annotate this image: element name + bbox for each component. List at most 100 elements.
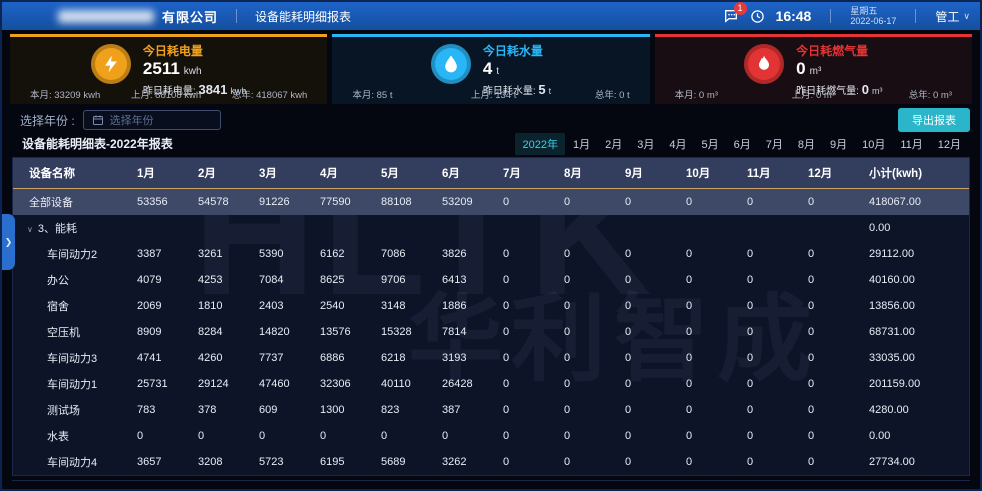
month-value: 0 xyxy=(741,404,802,416)
column-header: 11月 xyxy=(741,165,802,181)
tab-2022年[interactable]: 2022年 xyxy=(515,133,564,155)
month-value: 609 xyxy=(253,404,314,416)
tab-5月[interactable]: 5月 xyxy=(694,133,725,155)
table-row[interactable]: 宿舍20691810240325403148188600000013856.00 xyxy=(13,293,969,319)
card-footer: 本月: 0 m³上月: 0 m³总年: 0 m³ xyxy=(655,87,972,101)
card-today-value: 0m³ xyxy=(796,60,882,81)
tab-7月[interactable]: 7月 xyxy=(759,133,790,155)
tab-10月[interactable]: 10月 xyxy=(855,133,892,155)
month-value: 0 xyxy=(558,196,619,208)
tab-4月[interactable]: 4月 xyxy=(662,133,693,155)
card-lastmonth-stat: 上月: 88108 kwh xyxy=(131,87,201,101)
column-header: 6月 xyxy=(436,165,497,181)
month-value: 88108 xyxy=(375,196,436,208)
tab-1月[interactable]: 1月 xyxy=(566,133,597,155)
sidebar-expand-handle[interactable]: ❯ xyxy=(2,214,15,270)
current-time: 16:48 xyxy=(776,8,812,24)
table-row[interactable]: 车间动力347414260773768866218319300000033035… xyxy=(13,345,969,371)
month-value: 9706 xyxy=(375,274,436,286)
month-value: 3657 xyxy=(131,456,192,468)
month-value: 0 xyxy=(680,300,741,312)
year-select-input[interactable]: 选择年份 xyxy=(83,110,221,130)
table-row[interactable]: ∨3、能耗0.00 xyxy=(13,215,969,241)
column-header: 9月 xyxy=(619,165,680,181)
month-value: 0 xyxy=(680,352,741,364)
top-bar: 有限公司 设备能耗明细报表 1 16:48 星期五 2022-06-17 管工 … xyxy=(2,2,980,30)
table-row[interactable]: 车间动力436573208572361955689326200000027734… xyxy=(13,449,969,475)
month-value: 0 xyxy=(619,196,680,208)
month-value: 6886 xyxy=(314,352,375,364)
month-value: 29124 xyxy=(192,378,253,390)
column-header: 7月 xyxy=(497,165,558,181)
table-row[interactable]: 办公40794253708486259706641300000040160.00 xyxy=(13,267,969,293)
tab-3月[interactable]: 3月 xyxy=(630,133,661,155)
month-value: 0 xyxy=(558,404,619,416)
tab-6月[interactable]: 6月 xyxy=(727,133,758,155)
month-value: 8625 xyxy=(314,274,375,286)
message-icon[interactable]: 1 xyxy=(722,7,740,25)
month-value: 1810 xyxy=(192,300,253,312)
month-value: 8909 xyxy=(131,326,192,338)
calendar-icon xyxy=(92,114,104,126)
month-value: 0 xyxy=(558,352,619,364)
device-name[interactable]: ∨3、能耗 xyxy=(13,220,131,236)
table-row[interactable]: 测试场78337860913008233870000004280.00 xyxy=(13,397,969,423)
card-footer: 本月: 33209 kwh上月: 88108 kwh总年: 418067 kwh xyxy=(10,87,327,101)
month-value: 1300 xyxy=(314,404,375,416)
month-value: 0 xyxy=(802,274,863,286)
month-value: 0 xyxy=(680,378,741,390)
month-value: 0 xyxy=(619,274,680,286)
month-value: 0 xyxy=(802,300,863,312)
table-header-row: 设备名称1月2月3月4月5月6月7月8月9月10月11月12月小计(kwh) xyxy=(13,158,969,189)
filter-row: 选择年份 : 选择年份 导出报表 xyxy=(2,106,980,132)
table-row[interactable]: 全部设备533565457891226775908810853209000000… xyxy=(13,189,969,215)
flame-icon xyxy=(744,44,784,84)
device-name: 空压机 xyxy=(13,324,131,340)
collapse-caret-icon[interactable]: ∨ xyxy=(27,225,33,234)
device-name: 办公 xyxy=(13,272,131,288)
month-value: 77590 xyxy=(314,196,375,208)
card-today-value: 2511kwh xyxy=(143,60,247,81)
table-row[interactable]: 水表0000000000000.00 xyxy=(13,423,969,449)
month-value: 0 xyxy=(802,326,863,338)
column-header: 8月 xyxy=(558,165,619,181)
month-value: 0 xyxy=(680,326,741,338)
device-name: 车间动力4 xyxy=(13,454,131,470)
card-month-stat: 本月: 0 m³ xyxy=(675,87,718,101)
subtotal-value: 4280.00 xyxy=(863,404,969,416)
column-header: 3月 xyxy=(253,165,314,181)
tab-12月[interactable]: 12月 xyxy=(931,133,968,155)
month-value: 7084 xyxy=(253,274,314,286)
card-lastmonth-stat: 上月: 134 t xyxy=(471,87,516,101)
table-row[interactable]: 车间动力233873261539061627086382600000029112… xyxy=(13,241,969,267)
month-value: 91226 xyxy=(253,196,314,208)
year-select-label: 选择年份 : xyxy=(20,112,75,129)
card-lastmonth-stat: 上月: 0 m³ xyxy=(792,87,835,101)
month-value: 4079 xyxy=(131,274,192,286)
tab-9月[interactable]: 9月 xyxy=(823,133,854,155)
month-value: 5390 xyxy=(253,248,314,260)
user-menu[interactable]: 管工 ∨ xyxy=(935,8,970,25)
device-name: 宿舍 xyxy=(13,298,131,314)
tab-11月[interactable]: 11月 xyxy=(893,133,929,155)
month-value: 0 xyxy=(558,300,619,312)
tab-device-energy-report[interactable]: 设备能耗明细报表 xyxy=(255,8,351,25)
month-value: 0 xyxy=(558,430,619,442)
tab-2月[interactable]: 2月 xyxy=(598,133,629,155)
month-value: 2540 xyxy=(314,300,375,312)
month-value: 0 xyxy=(680,430,741,442)
month-value: 3208 xyxy=(192,456,253,468)
export-report-button[interactable]: 导出报表 xyxy=(898,108,970,132)
table-row[interactable]: 车间动力125731291244746032306401102642800000… xyxy=(13,371,969,397)
month-value: 0 xyxy=(497,430,558,442)
month-value: 0 xyxy=(497,456,558,468)
tab-8月[interactable]: 8月 xyxy=(791,133,822,155)
subtotal-value: 68731.00 xyxy=(863,326,969,338)
month-value: 0 xyxy=(558,456,619,468)
month-value: 6195 xyxy=(314,456,375,468)
subtotal-value: 33035.00 xyxy=(863,352,969,364)
month-value: 3148 xyxy=(375,300,436,312)
card-month-stat: 本月: 85 t xyxy=(352,87,392,101)
table-row[interactable]: 空压机8909828414820135761532878140000006873… xyxy=(13,319,969,345)
month-value: 0 xyxy=(741,378,802,390)
